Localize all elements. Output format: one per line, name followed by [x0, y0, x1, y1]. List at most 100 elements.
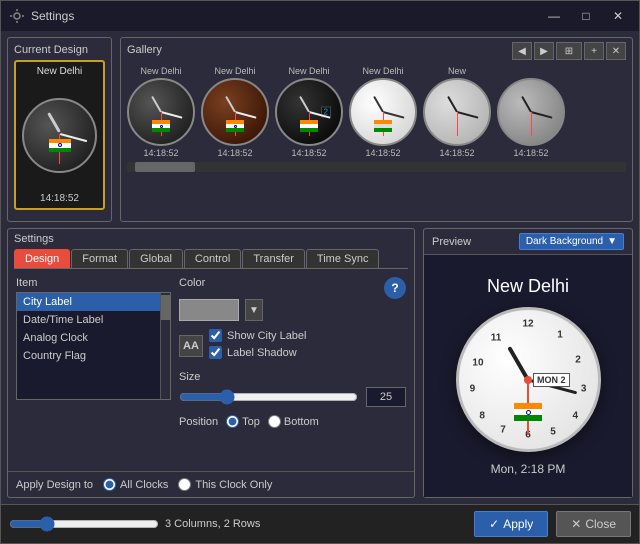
gallery-btn1[interactable]: ⊞: [556, 42, 582, 60]
size-label: Size: [179, 371, 406, 383]
item-section-left: Item City Label Date/Time Label Analog C…: [16, 277, 171, 428]
gallery-btn3[interactable]: ✕: [606, 42, 626, 60]
current-clock-name: New Delhi: [37, 66, 83, 77]
this-clock-label[interactable]: This Clock Only: [178, 478, 272, 491]
size-slider[interactable]: [179, 389, 358, 405]
gallery-item-label-4: New Delhi: [362, 66, 403, 76]
preview-flag: [514, 403, 542, 421]
gallery-item-label-6: [530, 66, 533, 76]
font-style-button[interactable]: AA: [179, 335, 203, 357]
flag-green: [49, 148, 71, 153]
tab-global[interactable]: Global: [129, 249, 183, 268]
gallery-scrollbar-thumb: [135, 162, 195, 172]
gallery-item-3[interactable]: New Delhi 2 14:18:52: [275, 66, 343, 158]
gallery-item-6[interactable]: 14:18:52: [497, 66, 565, 158]
position-bottom-radio[interactable]: [268, 415, 281, 428]
gallery-item-5[interactable]: New 14:18:52: [423, 66, 491, 158]
item-list-scrollbar[interactable]: [160, 293, 170, 399]
current-design-label: Current Design: [14, 44, 105, 56]
clock-num-11: 11: [491, 332, 502, 343]
preview-header: Preview Dark Background ▼: [424, 229, 632, 255]
slider-container: 3 Columns, 2 Rows: [9, 516, 466, 532]
gallery-clock-4: [349, 78, 417, 146]
all-clocks-radio[interactable]: [103, 478, 116, 491]
gallery-prev-btn[interactable]: ◀: [512, 42, 532, 60]
close-action-button[interactable]: ✕ Close: [556, 511, 631, 537]
preview-flag-green: [514, 415, 542, 421]
item-list-row-2[interactable]: Analog Clock: [17, 329, 160, 347]
window-title: Settings: [31, 9, 535, 23]
tab-format[interactable]: Format: [71, 249, 128, 268]
position-row: Position Top Bottom: [179, 415, 406, 428]
gallery-next-btn[interactable]: ▶: [534, 42, 554, 60]
help-button[interactable]: ?: [384, 277, 406, 299]
gallery-time-3: 14:18:52: [291, 148, 326, 158]
gallery-scrollbar[interactable]: [127, 162, 626, 172]
gallery-time-2: 14:18:52: [217, 148, 252, 158]
gallery-clock-2: [201, 78, 269, 146]
top-row: Current Design New Delhi: [7, 37, 633, 222]
hour-hand: [47, 112, 61, 133]
minimize-button[interactable]: —: [541, 6, 567, 26]
preview-body: New Delhi 12 1 2 3 4 5 6 7 8 9 10: [424, 255, 632, 497]
maximize-button[interactable]: □: [573, 6, 599, 26]
show-city-label-checkbox[interactable]: [209, 329, 222, 342]
item-list-inner: City Label Date/Time Label Analog Clock …: [17, 293, 160, 399]
all-clocks-label[interactable]: All Clocks: [103, 478, 168, 491]
item-color-section: Item City Label Date/Time Label Analog C…: [16, 277, 406, 428]
preview-ashoka: [526, 410, 531, 415]
color-label: Color: [179, 277, 205, 295]
size-section: Size: [179, 371, 406, 407]
item-list-row-3[interactable]: Country Flag: [17, 347, 160, 365]
preview-datetime: Mon, 2:18 PM: [491, 462, 566, 476]
preview-bg-option: Dark Background: [526, 236, 603, 247]
position-top-radio[interactable]: [226, 415, 239, 428]
tab-timesync[interactable]: Time Sync: [306, 249, 380, 268]
ashoka-chakra: [58, 143, 62, 147]
this-clock-radio[interactable]: [178, 478, 191, 491]
clock-num-9: 9: [470, 384, 476, 395]
clock-num-3: 3: [581, 384, 587, 395]
india-flag: [49, 139, 71, 153]
preview-date-box-text: MON 2: [537, 375, 566, 385]
close-button[interactable]: ✕: [605, 6, 631, 26]
color-dropdown-btn[interactable]: ▼: [245, 299, 263, 321]
gallery-btn2[interactable]: +: [584, 42, 604, 60]
position-bottom-label[interactable]: Bottom: [268, 415, 319, 428]
item-list-row-1[interactable]: Date/Time Label: [17, 311, 160, 329]
color-row: ▼: [179, 299, 406, 321]
gallery-time-6: 14:18:52: [513, 148, 548, 158]
preview-clock-face: 12 1 2 3 4 5 6 7 8 9 10 11: [456, 307, 601, 452]
tab-control[interactable]: Control: [184, 249, 241, 268]
gallery-item-4[interactable]: New Delhi 14:18:52: [349, 66, 417, 158]
tab-design[interactable]: Design: [14, 249, 70, 268]
gallery-item-2[interactable]: New Delhi 14:18:52: [201, 66, 269, 158]
current-clock-time: 14:18:52: [40, 193, 79, 204]
label-shadow-checkbox[interactable]: [209, 346, 222, 359]
gallery-items: New Delhi 14:18:52: [127, 66, 626, 158]
tab-bar: Design Format Global Control Transfer Ti…: [8, 249, 414, 268]
position-top-text: Top: [242, 416, 260, 428]
clock-num-1: 1: [557, 330, 563, 341]
label-shadow-row: Label Shadow: [209, 346, 307, 359]
color-box[interactable]: [179, 299, 239, 321]
gallery-item-label-5: New: [448, 66, 466, 76]
size-input[interactable]: [366, 387, 406, 407]
position-top-label[interactable]: Top: [226, 415, 260, 428]
apply-label: Apply: [503, 517, 533, 531]
apply-button[interactable]: ✓ Apply: [474, 511, 548, 537]
size-row: [179, 387, 406, 407]
bottom-row: Settings Design Format Global Control Tr…: [7, 228, 633, 498]
show-city-label-row: Show City Label: [209, 329, 307, 342]
clock-num-10: 10: [472, 357, 483, 368]
tab-transfer[interactable]: Transfer: [242, 249, 305, 268]
gallery-item-1[interactable]: New Delhi 14:18:52: [127, 66, 195, 158]
clock-num-7: 7: [500, 424, 506, 435]
settings-content: Item City Label Date/Time Label Analog C…: [8, 269, 414, 471]
aa-row: AA Show City Label Label Shadow: [179, 329, 406, 363]
item-list-row-0[interactable]: City Label: [17, 293, 160, 311]
gallery-clock-1: [127, 78, 195, 146]
columns-slider[interactable]: [9, 516, 159, 532]
close-label: Close: [585, 517, 616, 531]
preview-background-dropdown[interactable]: Dark Background ▼: [519, 233, 624, 250]
